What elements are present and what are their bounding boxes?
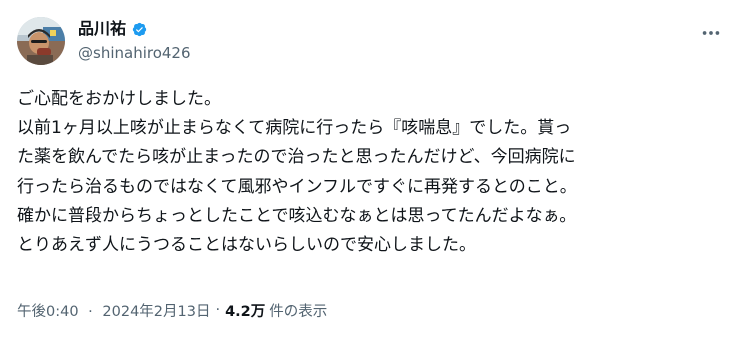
tweet-text-line: ご心配をおかけしました。 xyxy=(17,89,221,109)
tweet-time: 午後0:40 xyxy=(17,303,79,320)
tweet-card: 品川祐 @shinahiro426 ご心配をおかけしました。 以前1ヶ月以上咳が… xyxy=(0,0,740,338)
more-options-icon xyxy=(702,31,720,35)
meta-separator: · xyxy=(215,302,221,318)
views-count[interactable]: 4.2万 xyxy=(225,300,265,321)
author-info: 品川祐 @shinahiro426 xyxy=(78,17,191,65)
meta-separator: · xyxy=(88,303,93,320)
verified-badge-icon[interactable] xyxy=(130,20,149,39)
author-handle[interactable]: @shinahiro426 xyxy=(78,43,191,63)
tweet-meta: 午後0:40 · 2024年2月13日 · 4.2万 件の表示 xyxy=(17,299,327,321)
views-label: 件の表示 xyxy=(269,303,328,320)
tweet-text-line: 以前1ヶ月以上咳が止まらなくて病院に行ったら『咳喘息』でした。貰っ xyxy=(17,118,572,139)
tweet-date: 2024年2月13日 xyxy=(102,303,211,320)
more-options-button[interactable] xyxy=(696,22,726,44)
tweet-text-line: た薬を飲んでたら咳が止まったので治ったと思ったんだけど、今回病院に xyxy=(17,147,576,168)
tweet-text-line: 確かに普段からちょっとしたことで咳込むなぁとは思ってたんだよなぁ。 xyxy=(17,205,577,226)
tweet-text-line: 行ったら治るものではなくて風邪やインフルですぐに再発するとのこと。 xyxy=(17,176,577,197)
avatar-photo-icon xyxy=(17,17,65,65)
author-name-row: 品川祐 xyxy=(78,17,191,41)
author-display-name[interactable]: 品川祐 xyxy=(78,19,126,39)
tweet-text-line: とりあえず人にうつることはないらしいので安心しました。 xyxy=(17,235,476,256)
tweet-time-link[interactable]: 午後0:40 · 2024年2月13日 xyxy=(17,300,210,321)
author-avatar[interactable] xyxy=(17,17,65,65)
tweet-text: ご心配をおかけしました。 以前1ヶ月以上咳が止まらなくて病院に行ったら『咳喘息』… xyxy=(17,85,727,260)
